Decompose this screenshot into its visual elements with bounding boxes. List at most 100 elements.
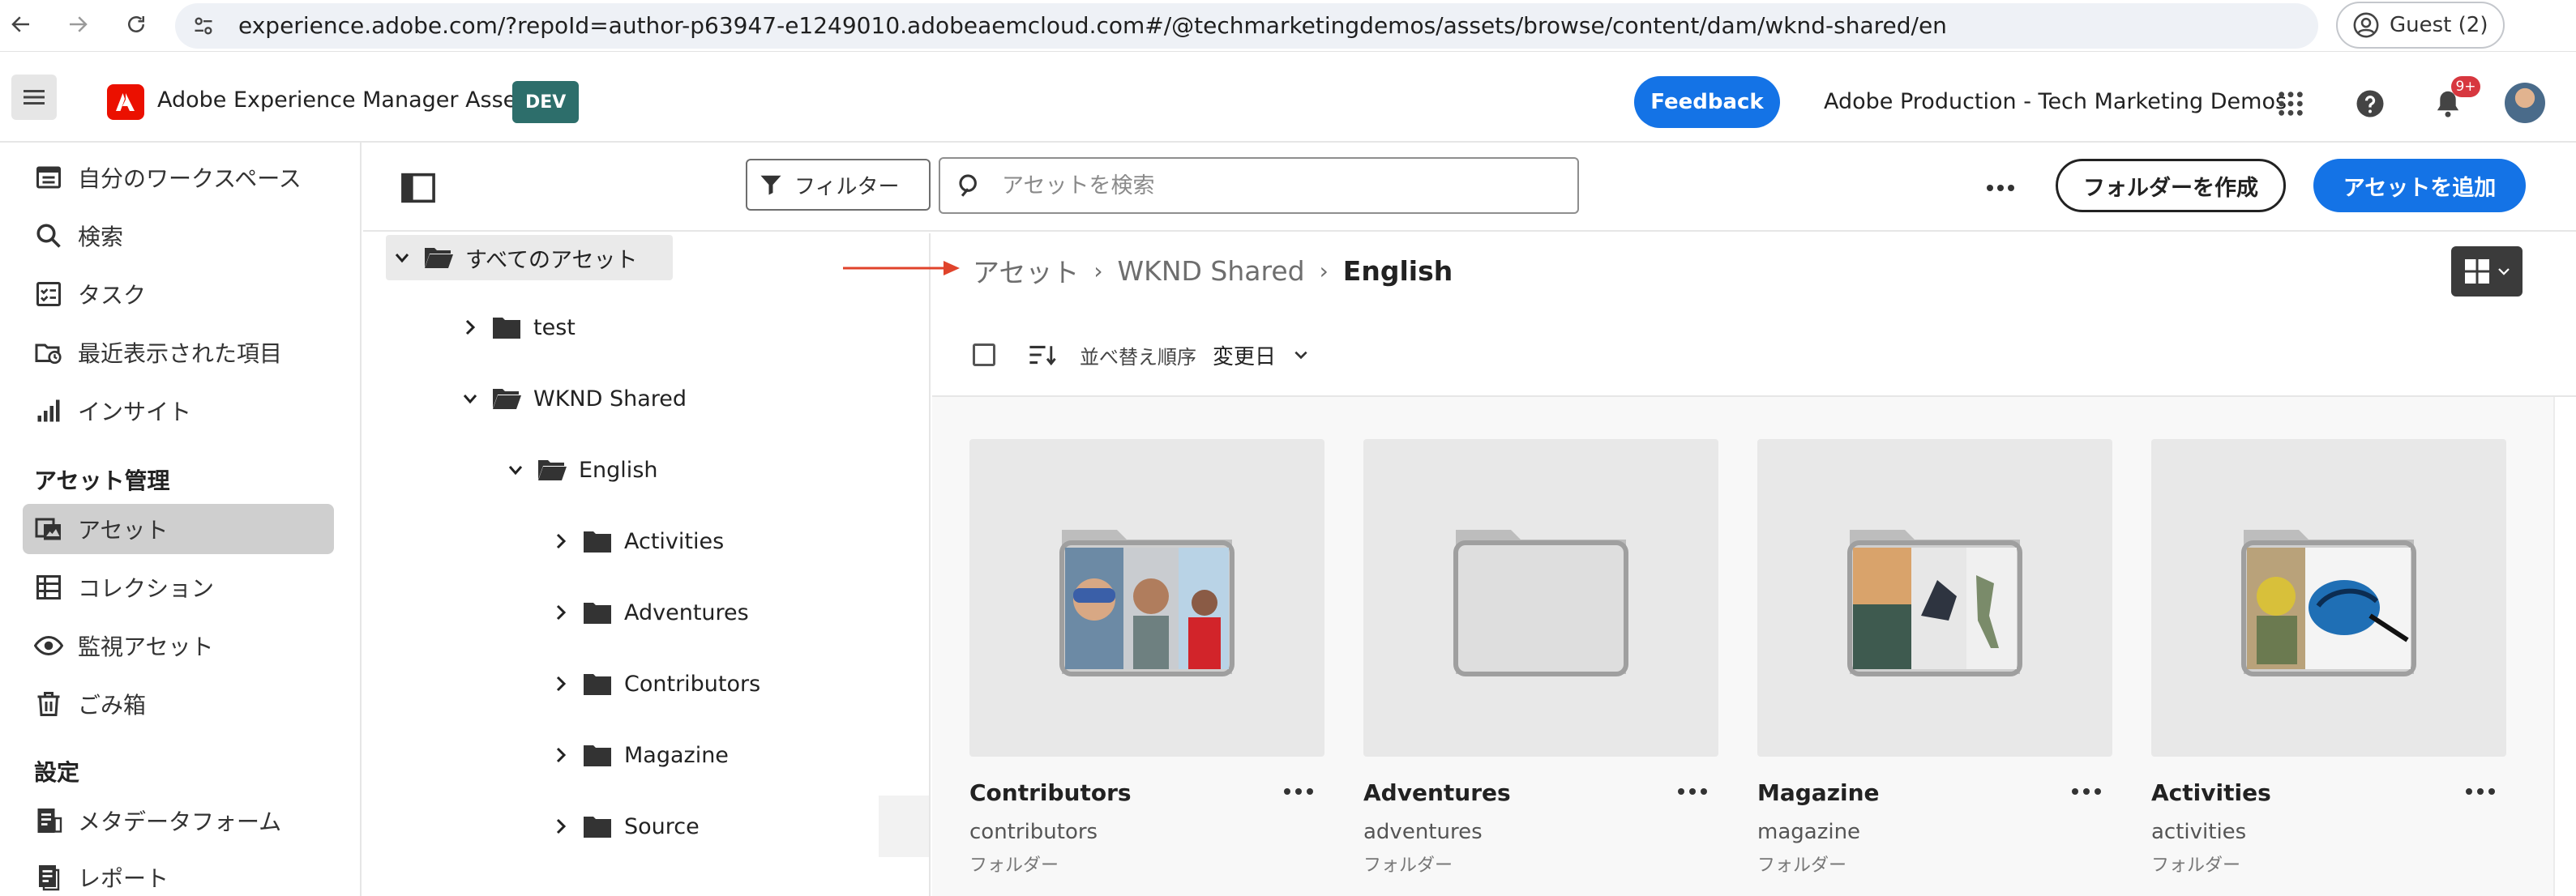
org-switcher[interactable]: Adobe Production - Tech Marketing Demos — [1824, 89, 2287, 114]
sidebar-item-label: レポート — [78, 865, 169, 892]
chevron-right-icon[interactable] — [551, 745, 571, 765]
card-thumbnail[interactable] — [1363, 439, 1718, 757]
sidebar-item-reports[interactable]: レポート — [23, 852, 334, 896]
folder-card-contributors[interactable]: Contributors contributors フォルダー — [969, 439, 1324, 896]
sidebar-item-workspace[interactable]: 自分のワークスペース — [23, 152, 334, 203]
tree-node-label: Contributors — [624, 671, 761, 697]
more-actions-icon[interactable] — [1676, 779, 1709, 804]
sidebar-item-label: 最近表示された項目 — [78, 340, 283, 367]
select-all-checkbox[interactable] — [973, 343, 995, 366]
notifications-bell-icon[interactable]: 9+ — [2428, 76, 2480, 123]
card-title[interactable]: Activities — [2151, 779, 2271, 806]
tree-resize-handle[interactable] — [879, 796, 929, 857]
folder-icon — [584, 745, 611, 766]
chevron-down-icon[interactable] — [506, 460, 525, 480]
card-title[interactable]: Magazine — [1757, 779, 1880, 806]
folder-card-activities[interactable]: Activities activities フォルダー — [2151, 439, 2506, 896]
chevron-down-icon[interactable] — [392, 248, 412, 267]
chevron-right-icon[interactable] — [551, 817, 571, 836]
sidebar-item-watched-assets[interactable]: 監視アセット — [23, 621, 334, 671]
address-bar[interactable]: experience.adobe.com/?repoId=author-p639… — [175, 3, 2318, 49]
tree-node-magazine[interactable]: Magazine — [551, 734, 729, 776]
tree-node-wknd-shared[interactable]: WKND Shared — [460, 378, 687, 420]
chevron-right-icon[interactable] — [551, 674, 571, 693]
sidebar-item-label: 検索 — [78, 224, 124, 250]
add-asset-button[interactable]: アセットを追加 — [2313, 159, 2526, 212]
sidebar-item-label: アセット — [78, 517, 169, 544]
view-switcher-button[interactable] — [2451, 246, 2523, 297]
more-actions-icon[interactable] — [1282, 779, 1315, 804]
card-title[interactable]: Contributors — [969, 779, 1132, 806]
grid-view-icon — [2465, 259, 2489, 284]
sort-dropdown[interactable]: 変更日 — [1213, 340, 1276, 370]
user-avatar[interactable] — [2505, 83, 2545, 123]
tree-node-activities[interactable]: Activities — [551, 520, 724, 562]
tree-node-source[interactable]: Source — [551, 805, 700, 847]
chevron-right-icon[interactable] — [460, 318, 480, 337]
profile-icon — [2353, 12, 2379, 38]
tree-node-label: Adventures — [624, 599, 749, 625]
more-actions-icon[interactable] — [2070, 779, 2103, 804]
sidebar-item-collections[interactable]: コレクション — [23, 562, 334, 612]
folder-card-magazine[interactable]: Magazine magazine フォルダー — [1757, 439, 2112, 896]
sort-order-icon[interactable] — [1028, 343, 1057, 367]
tree-node-root[interactable]: すべてのアセット — [392, 237, 638, 279]
more-actions-icon[interactable] — [2464, 779, 2497, 804]
card-thumbnail[interactable] — [969, 439, 1324, 757]
asset-search-field[interactable] — [939, 157, 1579, 214]
tree-node-adventures[interactable]: Adventures — [551, 591, 749, 634]
eye-icon — [34, 635, 63, 656]
app-name[interactable]: Adobe Experience Manager Assets — [157, 87, 537, 113]
sidebar-item-search[interactable]: 検索 — [23, 211, 334, 261]
reload-icon[interactable] — [118, 6, 154, 42]
create-folder-button[interactable]: フォルダーを作成 — [2056, 159, 2286, 212]
tree-node-english[interactable]: English — [506, 449, 658, 491]
tree-node-label: Source — [624, 813, 700, 839]
breadcrumb-separator-icon: › — [1093, 257, 1103, 284]
tree-node-contributors[interactable]: Contributors — [551, 663, 760, 705]
folder-card-adventures[interactable]: Adventures adventures フォルダー — [1363, 439, 1718, 896]
sidebar-item-tasks[interactable]: タスク — [23, 269, 334, 319]
toggle-panel-icon[interactable] — [400, 172, 436, 204]
search-input[interactable] — [1002, 173, 1553, 198]
sidebar-item-assets[interactable]: アセット — [23, 504, 334, 554]
breadcrumb-item-wknd-shared[interactable]: WKND Shared — [1118, 255, 1305, 287]
tree-node-label: test — [533, 314, 576, 340]
card-thumbnail[interactable] — [1757, 439, 2112, 757]
card-title[interactable]: Adventures — [1363, 779, 1511, 806]
adobe-logo-icon[interactable] — [107, 84, 144, 120]
more-actions-icon[interactable] — [1981, 170, 2020, 206]
chevron-right-icon[interactable] — [551, 531, 571, 551]
filter-button[interactable]: フィルター — [746, 159, 931, 211]
card-type: フォルダー — [2151, 855, 2241, 876]
back-arrow-icon[interactable] — [3, 6, 39, 42]
site-settings-icon[interactable] — [191, 15, 216, 37]
sidebar-item-recent[interactable]: 最近表示された項目 — [23, 327, 334, 378]
tree-node-test[interactable]: test — [460, 306, 576, 348]
sidebar-item-label: 監視アセット — [78, 634, 214, 660]
apps-grid-icon[interactable] — [2271, 84, 2310, 123]
assets-toolbar: フィルター フォルダーを作成 アセットを追加 — [363, 143, 2576, 232]
breadcrumb-item-english: English — [1342, 254, 1453, 287]
sidebar-item-insights[interactable]: インサイト — [23, 386, 334, 436]
card-thumbnail[interactable] — [2151, 439, 2506, 757]
hamburger-menu-button[interactable] — [11, 75, 57, 120]
chevron-right-icon[interactable] — [551, 603, 571, 622]
forward-arrow-icon[interactable] — [60, 6, 96, 42]
breadcrumb-item-assets[interactable]: アセット — [973, 251, 1079, 290]
sidebar-item-metadata-forms[interactable]: メタデータフォーム — [23, 796, 334, 846]
chevron-down-icon[interactable] — [1290, 347, 1312, 363]
chevron-down-icon — [2498, 268, 2510, 275]
guest-profile-button[interactable]: Guest (2) — [2336, 2, 2505, 49]
sidebar-item-trash[interactable]: ごみ箱 — [23, 679, 334, 729]
breadcrumb-separator-icon: › — [1319, 257, 1329, 284]
folder-icon — [493, 318, 520, 339]
chevron-down-icon[interactable] — [460, 389, 480, 408]
help-icon[interactable] — [2351, 84, 2390, 123]
sidebar-item-label: タスク — [78, 282, 147, 309]
tree-node-label: English — [579, 457, 658, 483]
folder-thumbnail-icon — [1847, 530, 2022, 676]
section-heading-settings: 設定 — [34, 759, 80, 786]
grid-scrollbar[interactable] — [2553, 397, 2576, 896]
feedback-button[interactable]: Feedback — [1634, 76, 1780, 128]
